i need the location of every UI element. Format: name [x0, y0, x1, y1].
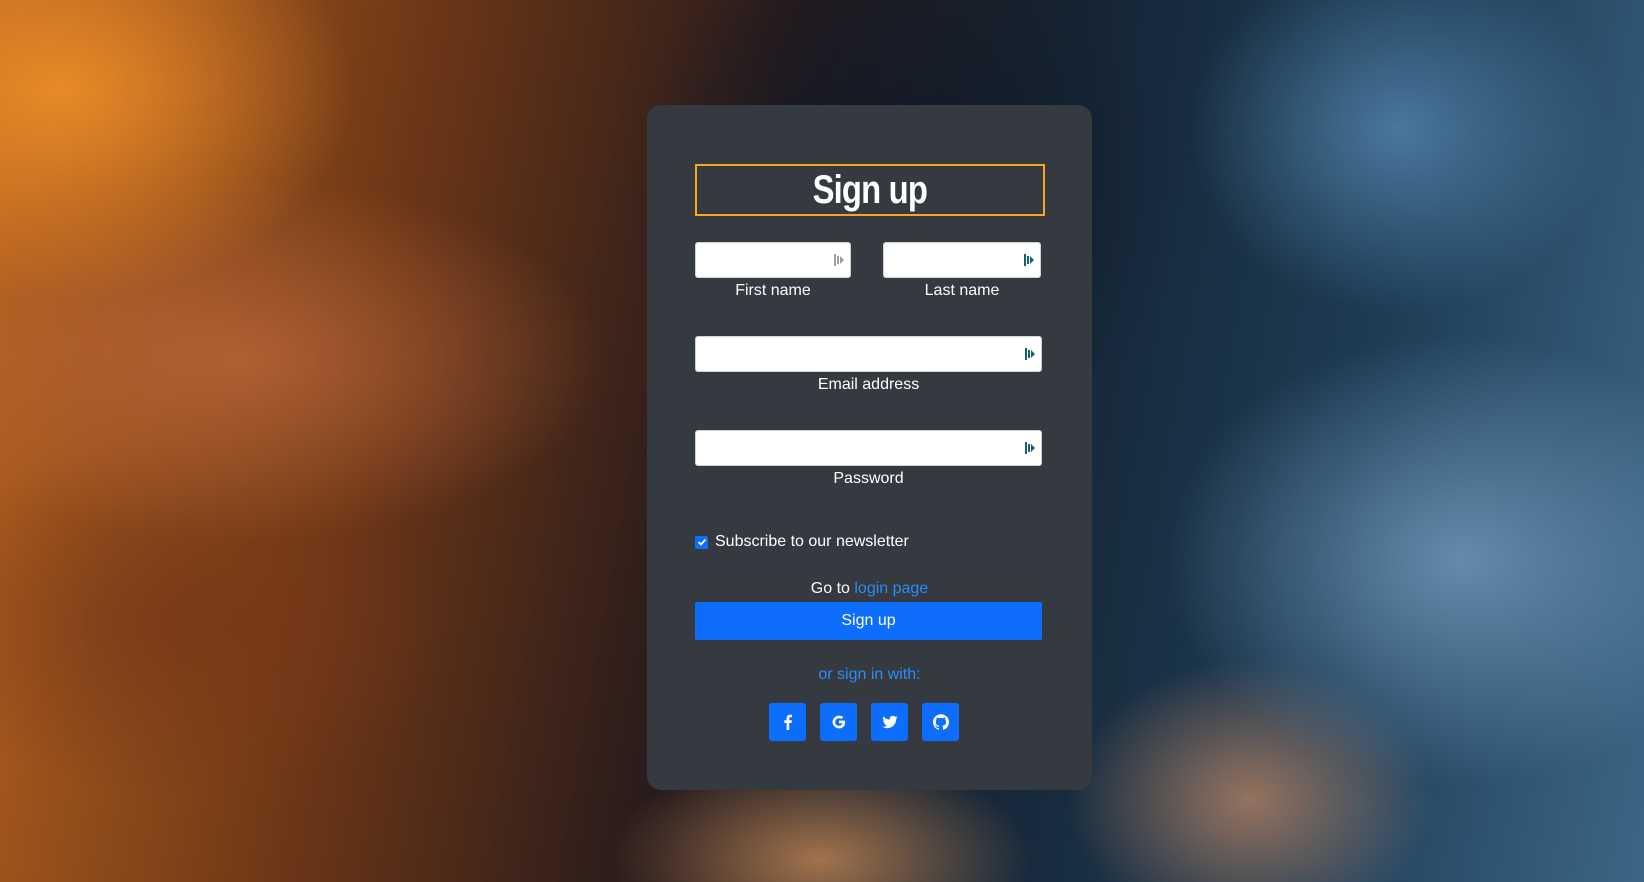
last-name-input[interactable] [884, 243, 1040, 277]
last-name-group: Last name [883, 242, 1041, 300]
first-name-input[interactable] [696, 243, 850, 277]
google-button[interactable] [820, 703, 857, 741]
password-wrapper [695, 430, 1042, 466]
facebook-icon [783, 714, 792, 730]
email-input[interactable] [696, 337, 1041, 371]
first-name-wrapper [695, 242, 851, 278]
login-page-link[interactable]: login page [854, 580, 928, 597]
twitter-button[interactable] [871, 703, 908, 741]
newsletter-checkbox[interactable] [695, 535, 708, 549]
email-group: Email address [695, 336, 1042, 394]
social-buttons [769, 703, 959, 741]
last-name-label: Last name [924, 282, 1000, 299]
login-prompt: Go to login page [647, 580, 1092, 598]
signup-card: Sign up First name Last name Email addre… [647, 105, 1092, 790]
password-manager-icon[interactable] [834, 253, 844, 267]
email-wrapper [695, 336, 1042, 372]
newsletter-label: Subscribe to our newsletter [715, 533, 909, 550]
password-manager-icon[interactable] [1024, 253, 1034, 267]
facebook-button[interactable] [769, 703, 806, 741]
check-icon [697, 538, 706, 546]
twitter-icon [882, 715, 897, 729]
sign-up-button[interactable]: Sign up [695, 602, 1042, 640]
email-label: Email address [817, 376, 920, 393]
password-manager-icon[interactable] [1025, 441, 1035, 455]
password-group: Password [695, 430, 1042, 488]
title-box: Sign up [695, 164, 1045, 216]
last-name-wrapper [883, 242, 1041, 278]
password-label: Password [833, 470, 904, 487]
newsletter-row[interactable]: Subscribe to our newsletter [695, 533, 909, 551]
login-prompt-text: Go to [810, 580, 855, 597]
page-title: Sign up [812, 168, 928, 212]
github-button[interactable] [922, 703, 959, 741]
first-name-label: First name [735, 282, 811, 299]
github-icon [932, 714, 949, 730]
password-manager-icon[interactable] [1025, 347, 1035, 361]
first-name-group: First name [695, 242, 851, 300]
password-input[interactable] [696, 431, 1041, 465]
social-prompt: or sign in with: [818, 666, 921, 683]
google-icon [832, 715, 845, 729]
